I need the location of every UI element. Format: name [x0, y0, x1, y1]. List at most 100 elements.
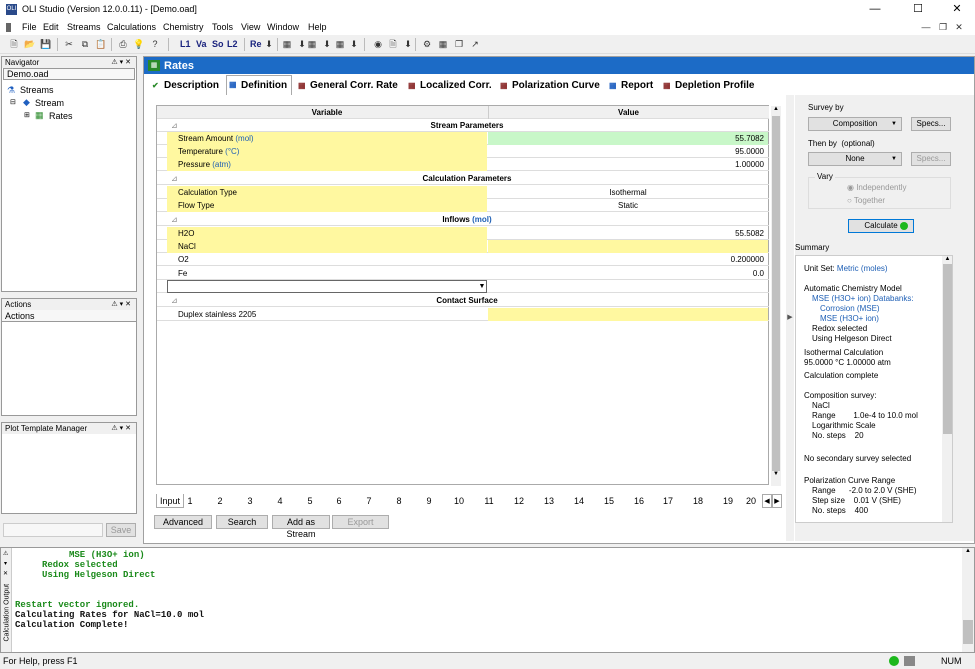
units-icon[interactable]: ⚙ [420, 37, 434, 51]
paste-icon[interactable]: 📋 [94, 37, 108, 51]
expand-icon[interactable]: ⊞ [24, 111, 30, 119]
section-inflows[interactable]: ⊿ Inflows (mol) [157, 213, 769, 226]
specs-button-disabled[interactable]: Specs... [911, 152, 951, 166]
new-species-combo[interactable] [167, 280, 487, 293]
output-scrollbar[interactable]: ▲ [962, 548, 974, 652]
h2o-value[interactable]: 55.5082 [488, 227, 768, 240]
row-surface[interactable]: Duplex stainless 2205 [157, 308, 769, 321]
menu-window[interactable]: Window [267, 22, 299, 32]
menu-file[interactable]: File [22, 22, 37, 32]
pages-icon[interactable]: 🗎 [386, 37, 400, 51]
splitter-arrow-icon[interactable]: ▶ [786, 95, 794, 541]
tab-point-7[interactable]: 7 [355, 494, 383, 508]
survey-by-dropdown[interactable]: Composition ▼ [808, 117, 902, 131]
advanced-button[interactable]: Advanced [154, 515, 212, 529]
row-fe[interactable]: Fe 0.0 [157, 267, 769, 280]
o2-value[interactable]: 0.200000 [488, 253, 768, 266]
tab-point-11[interactable]: 11 [475, 494, 503, 508]
tab-point-9[interactable]: 9 [415, 494, 443, 508]
section-contact-surface[interactable]: ⊿ Contact Surface [157, 294, 769, 307]
collapse-icon[interactable]: ⊟ [10, 98, 16, 106]
menu-edit[interactable]: Edit [43, 22, 59, 32]
template-save-button[interactable]: Save [106, 523, 136, 537]
template-name-input[interactable] [3, 523, 103, 537]
calc-type-value[interactable]: Isothermal [488, 186, 768, 199]
l2-button[interactable]: L2 [227, 38, 238, 51]
tabs-right-icon[interactable]: ▶ [772, 494, 782, 508]
so-button[interactable]: So [212, 38, 224, 51]
aq-arrow-icon[interactable]: ⬇ [347, 37, 361, 51]
tip-icon[interactable]: 💡 [132, 37, 146, 51]
scroll-thumb[interactable] [772, 116, 780, 471]
re-button[interactable]: Re [250, 38, 262, 51]
tab-description[interactable]: ✔ Description [150, 77, 228, 94]
help-icon[interactable]: ? [148, 37, 162, 51]
row-stream-amount[interactable]: Stream Amount (mol) 55.7082 [157, 132, 769, 145]
mdi-close-icon[interactable]: ✕ [953, 22, 965, 33]
window-icon[interactable]: ❐ [452, 37, 466, 51]
tab-point-19[interactable]: 19 [714, 494, 742, 508]
stream-amount-value[interactable]: 55.7082 [488, 132, 768, 145]
tab-point-15[interactable]: 15 [595, 494, 623, 508]
maximize-button[interactable]: ☐ [898, 0, 938, 19]
re-arrow-icon[interactable]: ⬇ [262, 37, 276, 51]
add-as-stream-button[interactable]: Add as Stream [272, 515, 330, 539]
tab-point-13[interactable]: 13 [535, 494, 563, 508]
specs-button[interactable]: Specs... [911, 117, 951, 131]
tab-polarization-curve[interactable]: ▦ Polarization Curve [498, 77, 604, 94]
down-arrow-icon[interactable]: ⬇ [401, 37, 415, 51]
tab-point-12[interactable]: 12 [505, 494, 533, 508]
menu-help[interactable]: Help [308, 22, 327, 32]
databank-icon[interactable]: ▦ [305, 37, 319, 51]
surface-value[interactable] [488, 308, 768, 321]
fe-value[interactable]: 0.0 [488, 267, 768, 280]
tab-depletion-profile[interactable]: ▦ Depletion Profile [661, 77, 757, 94]
section-calc-params[interactable]: ⊿ Calculation Parameters [157, 172, 769, 185]
flow-type-value[interactable]: Static [488, 199, 768, 212]
tab-point-18[interactable]: 18 [684, 494, 712, 508]
combo-arrow-icon[interactable]: ▼ [477, 280, 487, 293]
new-icon[interactable]: 🗎 [7, 37, 21, 51]
tab-point-16[interactable]: 16 [625, 494, 653, 508]
tab-point-4[interactable]: 4 [266, 494, 294, 508]
chart-icon[interactable]: ↗ [468, 37, 482, 51]
menu-chemistry[interactable]: Chemistry [163, 22, 204, 32]
tree-stream[interactable]: Stream [35, 98, 64, 108]
va-button[interactable]: Va [196, 38, 207, 51]
tab-point-5[interactable]: 5 [296, 494, 324, 508]
menu-tools[interactable]: Tools [212, 22, 233, 32]
tab-point-20[interactable]: 20 [742, 494, 760, 508]
binoculars-icon[interactable]: ◉ [371, 37, 385, 51]
tree-rates[interactable]: Rates [49, 111, 73, 121]
save-icon[interactable]: 💾 [39, 37, 53, 51]
mdi-restore-icon[interactable]: ❐ [937, 22, 949, 33]
independently-radio[interactable]: ◉ Independently [847, 183, 906, 192]
aq-icon[interactable]: ▦ [333, 37, 347, 51]
row-o2[interactable]: O2 0.200000 [157, 253, 769, 266]
minimize-button[interactable]: — [855, 0, 895, 19]
tab-report[interactable]: ▦ Report [607, 77, 659, 94]
calculate-button[interactable]: Calculate [848, 219, 914, 233]
pressure-value[interactable]: 1.00000 [488, 158, 768, 171]
databank-arrow-icon[interactable]: ⬇ [320, 37, 334, 51]
then-by-dropdown[interactable]: None ▼ [808, 152, 902, 166]
row-nacl[interactable]: NaCl [157, 240, 769, 253]
row-temperature[interactable]: Temperature (°C) 95.0000 [157, 145, 769, 158]
grid-scrollbar[interactable]: ▲ ▼ [771, 106, 781, 486]
mdi-minimize-icon[interactable]: — [920, 22, 932, 33]
print-icon[interactable]: ⎙ [116, 37, 130, 51]
tab-point-14[interactable]: 14 [565, 494, 593, 508]
row-pressure[interactable]: Pressure (atm) 1.00000 [157, 158, 769, 171]
row-h2o[interactable]: H2O 55.5082 [157, 227, 769, 240]
scroll-down-icon[interactable]: ▼ [771, 471, 781, 481]
tab-point-2[interactable]: 2 [206, 494, 234, 508]
nacl-value[interactable] [488, 240, 768, 253]
export-button[interactable]: Export [332, 515, 389, 529]
tab-point-1[interactable]: 1 [176, 494, 204, 508]
temperature-value[interactable]: 95.0000 [488, 145, 768, 158]
copy-icon[interactable]: ⧉ [78, 37, 92, 51]
open-icon[interactable]: 📂 [23, 37, 37, 51]
menu-calculations[interactable]: Calculations [107, 22, 156, 32]
tab-definition[interactable]: ▦ Definition [226, 75, 292, 95]
row-calc-type[interactable]: Calculation Type Isothermal [157, 186, 769, 199]
